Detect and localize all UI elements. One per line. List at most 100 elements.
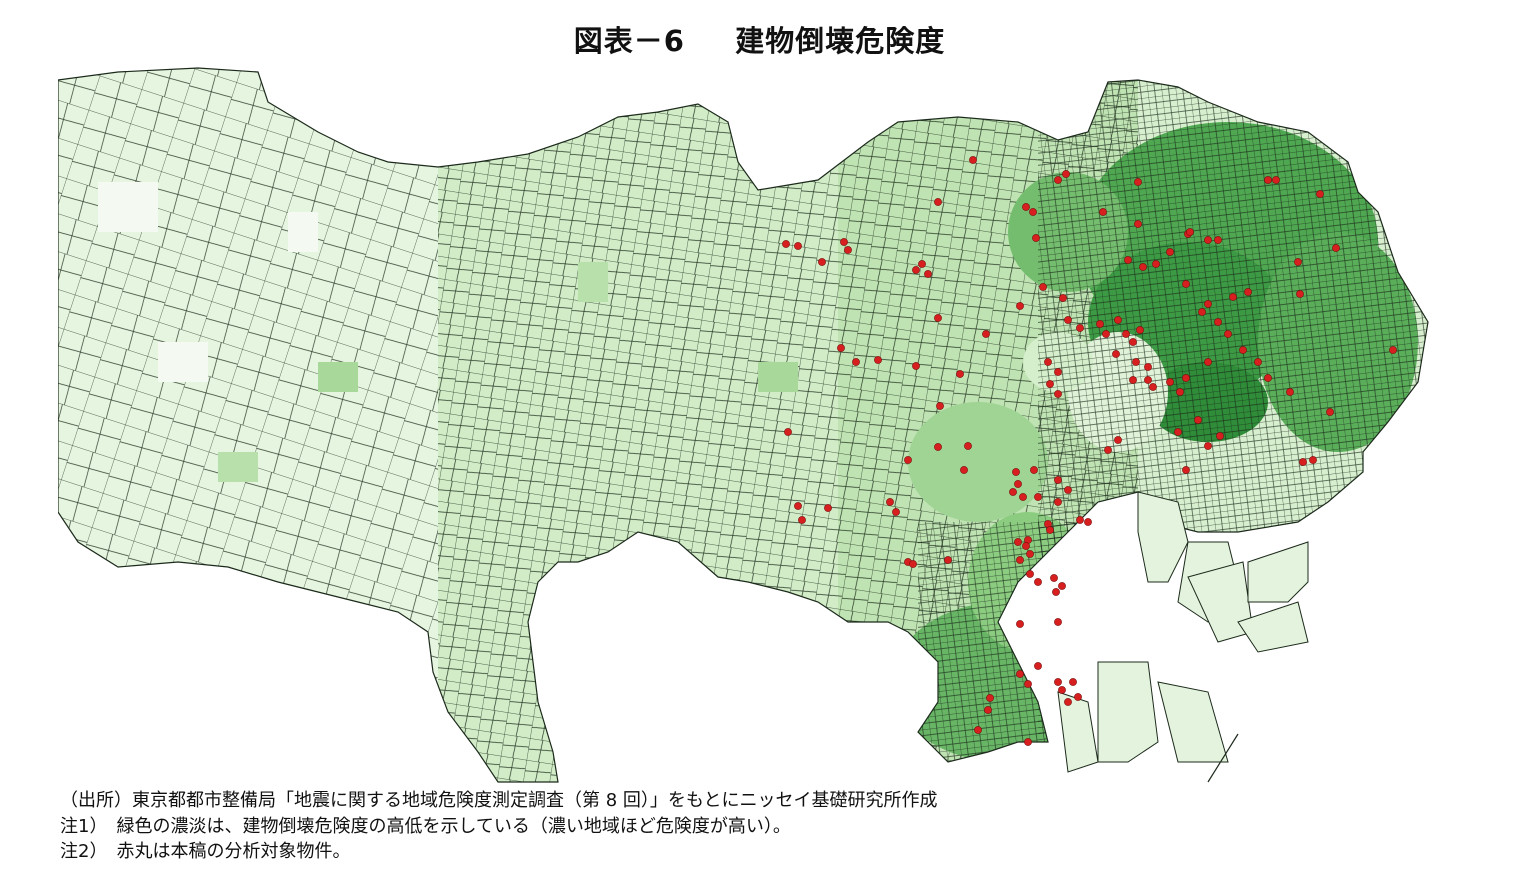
property-marker [1016,670,1024,678]
property-marker [1054,390,1062,398]
property-marker [1264,176,1272,184]
property-marker [1272,176,1280,184]
figure-title: 図表－6 建物倒壊危険度 [0,18,1519,60]
property-marker [1054,678,1062,686]
property-marker [1058,686,1066,694]
property-marker [1012,468,1020,476]
property-marker [960,466,968,474]
property-marker [852,358,860,366]
property-marker [1014,480,1022,488]
property-marker [1034,493,1042,501]
property-marker [874,356,882,364]
property-marker [1194,416,1202,424]
property-marker [1034,578,1042,586]
property-marker [1046,380,1054,388]
property-marker [1016,556,1024,564]
tokyo-choropleth-map [58,67,1429,783]
property-marker [1076,324,1084,332]
property-marker [969,156,977,164]
property-marker [1030,466,1038,474]
property-marker [1204,442,1212,450]
property-marker [1214,236,1222,244]
bay-islands [1057,491,1309,773]
property-marker [886,498,894,506]
property-marker [1186,228,1194,236]
property-marker [1264,374,1272,382]
property-marker [1134,178,1142,186]
property-marker [1239,346,1247,354]
property-marker [1014,538,1022,546]
property-marker [1024,680,1032,688]
property-marker [944,556,952,564]
property-marker [798,516,806,524]
property-marker [892,508,900,516]
property-marker [1144,363,1152,371]
property-marker [1016,302,1024,310]
property-marker [1016,620,1024,628]
property-marker [1032,234,1040,242]
property-marker [1244,288,1252,296]
property-marker [1112,350,1120,358]
note-2: 注2） 赤丸は本稿の分析対象物件。 [60,841,351,862]
property-marker [1332,244,1340,252]
property-marker [844,246,852,254]
property-marker [909,560,917,568]
property-marker [1069,678,1077,686]
property-marker [1134,220,1142,228]
property-marker [1166,378,1174,386]
property-marker [1124,256,1132,264]
property-marker [924,270,932,278]
property-marker [982,330,990,338]
property-marker [964,442,972,450]
property-marker [1099,208,1107,216]
property-marker [1132,358,1140,366]
property-marker [1166,248,1174,256]
property-marker [984,706,992,714]
property-marker [1316,190,1324,198]
property-marker [782,240,790,248]
property-marker [1022,203,1030,211]
property-marker [1104,446,1112,454]
property-marker [1182,466,1190,474]
choropleth-regions [58,68,1428,782]
property-marker [1299,458,1307,466]
property-marker [1064,698,1072,706]
property-marker [936,402,944,410]
property-marker [1096,320,1104,328]
property-marker [1214,318,1222,326]
property-marker [1286,388,1294,396]
property-marker [1216,432,1224,440]
property-marker [1144,376,1152,384]
property-marker [840,238,848,246]
property-marker [1054,476,1062,484]
property-marker [824,504,832,512]
property-marker [1026,550,1034,558]
property-marker [1054,618,1062,626]
property-marker [1204,300,1212,308]
property-marker [1136,326,1144,334]
property-marker [974,726,982,734]
property-marker [1044,358,1052,366]
property-marker [784,428,792,436]
property-marker [1389,346,1397,354]
property-marker [1152,260,1160,268]
property-marker [1052,588,1060,596]
property-marker [1229,293,1237,301]
property-marker [1034,662,1042,670]
property-marker [1254,358,1262,366]
property-marker [1024,738,1032,746]
property-marker [1114,316,1122,324]
property-marker [1122,330,1130,338]
property-marker [934,198,942,206]
risk-map [58,62,1438,784]
property-marker [1102,330,1110,338]
property-marker [1182,374,1190,382]
property-marker [912,362,920,370]
figure-number: 図表－6 [573,24,685,58]
property-marker [918,260,926,268]
property-marker [818,258,826,266]
property-marker [1009,488,1017,496]
figure-title-text: 建物倒壊危険度 [735,24,946,58]
property-marker [1176,388,1184,396]
property-marker [1064,486,1072,494]
